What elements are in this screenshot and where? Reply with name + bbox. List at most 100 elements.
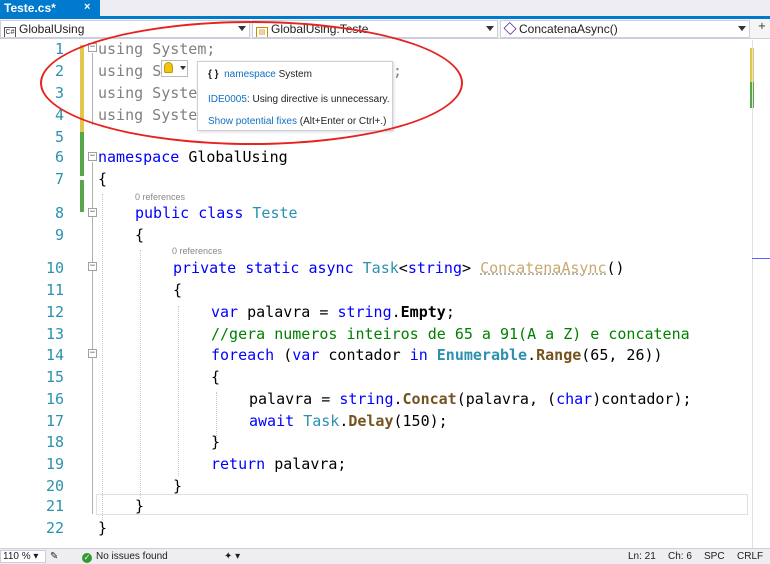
token: (150); bbox=[393, 412, 448, 430]
token: palavra; bbox=[265, 455, 347, 473]
namespace-keyword: namespace bbox=[224, 69, 276, 80]
class-dropdown[interactable]: ▤ GlobalUsing.Teste bbox=[252, 20, 498, 38]
vertical-scrollbar[interactable] bbox=[752, 40, 753, 548]
chevron-down-icon bbox=[486, 26, 494, 31]
token: Teste bbox=[252, 204, 298, 222]
line-text[interactable]: using S bbox=[98, 62, 161, 80]
show-fixes-link[interactable]: Show potential fixes bbox=[208, 116, 297, 127]
code-line: 15 { bbox=[0, 368, 760, 390]
token: string bbox=[407, 259, 462, 277]
git-sync-icon[interactable]: ✎ bbox=[50, 551, 58, 562]
token: var bbox=[211, 303, 239, 321]
split-window-icon[interactable]: + bbox=[756, 21, 768, 37]
line-text[interactable]: { bbox=[135, 226, 144, 244]
line-text[interactable]: foreach (var contador in Enumerable.Rang… bbox=[211, 346, 663, 364]
token: namespace bbox=[98, 148, 180, 166]
tooltip-diagnostic-row: IDE0005: Using directive is unnecessary. bbox=[208, 94, 390, 105]
line-text[interactable]: public class Teste bbox=[135, 204, 298, 222]
member-dropdown-value: ConcatenaAsync() bbox=[519, 22, 618, 36]
code-line: 7 { bbox=[0, 170, 760, 192]
token: < bbox=[398, 259, 408, 277]
code-cleanup-icon[interactable]: ✦ ▾ bbox=[224, 551, 240, 562]
line-text[interactable]: { bbox=[173, 281, 182, 299]
token: string bbox=[337, 303, 392, 321]
token: ; bbox=[445, 303, 455, 321]
line-text[interactable]: using System bbox=[98, 84, 206, 102]
code-line: 14 foreach (var contador in Enumerable.R… bbox=[0, 346, 760, 368]
code-line: 5 bbox=[0, 128, 760, 150]
code-line: 12 var palavra = string.Empty; bbox=[0, 303, 760, 325]
token: Empty bbox=[400, 303, 446, 321]
tooltip-fix-row: Show potential fixes (Alt+Enter or Ctrl+… bbox=[208, 116, 386, 127]
line-text[interactable]: await Task.Delay(150); bbox=[249, 412, 448, 430]
csharp-project-icon: C# bbox=[4, 27, 16, 37]
code-line: 9 { bbox=[0, 226, 760, 248]
tooltip-symbol-row: { } namespace System bbox=[208, 69, 312, 80]
token: private bbox=[173, 259, 237, 277]
code-line: 19 return palavra; bbox=[0, 455, 760, 477]
token: using bbox=[98, 62, 144, 80]
code-line: 8 public class Teste bbox=[0, 204, 760, 226]
issues-indicator[interactable]: ✓ No issues found bbox=[82, 551, 168, 563]
token: Range bbox=[536, 346, 582, 364]
quick-actions-lightbulb[interactable] bbox=[161, 60, 188, 77]
code-line: 11 { bbox=[0, 281, 760, 303]
line-text[interactable]: { bbox=[211, 368, 220, 386]
namespace-icon: { } bbox=[208, 69, 219, 80]
line-text[interactable]: } bbox=[98, 519, 107, 537]
line-text[interactable]: using System bbox=[98, 106, 206, 124]
token: (palavra, ( bbox=[456, 390, 557, 408]
token: > bbox=[462, 259, 472, 277]
line-text[interactable]: var palavra = string.Empty; bbox=[211, 303, 455, 321]
chevron-down-icon bbox=[738, 26, 746, 31]
namespace-name: System bbox=[278, 69, 312, 80]
line-number: 9 bbox=[54, 226, 64, 244]
project-dropdown[interactable]: C# GlobalUsing bbox=[0, 20, 250, 38]
code-line: 18 } bbox=[0, 433, 760, 455]
token: string bbox=[339, 390, 394, 408]
line-text[interactable]: { bbox=[98, 170, 107, 188]
line-text[interactable]: return palavra; bbox=[211, 455, 346, 473]
codelens-references[interactable]: 0 references bbox=[135, 192, 185, 202]
token: () bbox=[606, 259, 625, 277]
chevron-down-icon bbox=[180, 66, 186, 70]
scrollbar-caret-marker bbox=[752, 258, 770, 259]
line-text[interactable]: using System; bbox=[98, 40, 215, 58]
line-number: 5 bbox=[54, 128, 64, 146]
code-line: 6 namespace GlobalUsing bbox=[0, 148, 760, 170]
issues-label: No issues found bbox=[96, 551, 168, 562]
line-text[interactable]: namespace GlobalUsing bbox=[98, 148, 288, 166]
close-icon[interactable]: × bbox=[84, 1, 90, 13]
document-tab-strip: Teste.cs* × bbox=[0, 0, 770, 19]
line-number: 11 bbox=[45, 281, 64, 299]
line-text[interactable]: } bbox=[173, 477, 182, 495]
token: public bbox=[135, 204, 190, 222]
token: ; bbox=[206, 40, 216, 58]
column-indicator[interactable]: Ch: 6 bbox=[668, 551, 692, 562]
diagnostic-code-link[interactable]: IDE0005 bbox=[208, 94, 247, 105]
whitespace-indicator[interactable]: SPC bbox=[704, 551, 725, 562]
tab-teste-cs[interactable]: Teste.cs* × bbox=[0, 0, 100, 16]
line-ending-indicator[interactable]: CRLF bbox=[737, 551, 763, 562]
line-text[interactable]: palavra = string.Concat(palavra, (char)c… bbox=[249, 390, 692, 408]
token: (65, 26)) bbox=[581, 346, 663, 364]
line-indicator[interactable]: Ln: 21 bbox=[628, 551, 656, 562]
tab-label: Teste.cs* bbox=[4, 1, 56, 15]
zoom-value: 110 % bbox=[3, 551, 31, 562]
token: contador bbox=[328, 346, 401, 364]
line-text[interactable]: private static async Task<string> Concat… bbox=[173, 259, 625, 277]
project-dropdown-value: GlobalUsing bbox=[19, 22, 85, 36]
token: char bbox=[556, 390, 593, 408]
token: palavra bbox=[247, 303, 311, 321]
line-text[interactable]: } bbox=[135, 497, 144, 515]
code-line: 22 } bbox=[0, 519, 760, 541]
line-number: 14 bbox=[45, 346, 64, 364]
line-text[interactable]: //gera numeros inteiros de 65 a 91(A a Z… bbox=[211, 325, 690, 343]
zoom-dropdown[interactable]: 110 % ▾ bbox=[0, 550, 46, 563]
token: Task bbox=[362, 259, 399, 277]
line-number: 20 bbox=[45, 477, 64, 495]
member-dropdown[interactable]: ConcatenaAsync() bbox=[500, 20, 750, 38]
token: System bbox=[152, 40, 207, 58]
line-text[interactable]: } bbox=[211, 433, 220, 451]
chevron-down-icon bbox=[238, 26, 246, 31]
